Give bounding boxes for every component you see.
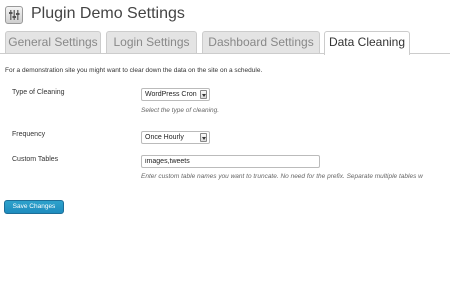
frequency-select[interactable]: Once Hourly bbox=[141, 131, 210, 144]
settings-sliders-icon bbox=[5, 6, 23, 24]
intro-text: For a demonstration site you might want … bbox=[5, 67, 263, 74]
tab-general-settings[interactable]: General Settings bbox=[5, 31, 101, 53]
tab-dashboard-settings[interactable]: Dashboard Settings bbox=[202, 31, 320, 53]
frequency-value: Once Hourly bbox=[145, 134, 184, 141]
tab-data-cleaning[interactable]: Data Cleaning bbox=[324, 31, 410, 55]
tab-login-settings[interactable]: Login Settings bbox=[106, 31, 197, 53]
frequency-label: Frequency bbox=[12, 131, 46, 138]
save-changes-button[interactable]: Save Changes bbox=[4, 200, 64, 214]
custom-tables-label: Custom Tables bbox=[12, 156, 59, 163]
type-of-cleaning-label: Type of Cleaning bbox=[12, 89, 65, 96]
custom-tables-description: Enter custom table names you want to tru… bbox=[141, 173, 423, 180]
custom-tables-input[interactable] bbox=[141, 155, 320, 168]
dropdown-arrow-icon bbox=[200, 90, 207, 99]
page-title: Plugin Demo Settings bbox=[31, 5, 185, 22]
type-of-cleaning-value: WordPress Cron bbox=[145, 91, 197, 98]
type-of-cleaning-description: Select the type of cleaning. bbox=[141, 107, 220, 114]
type-of-cleaning-select[interactable]: WordPress Cron bbox=[141, 88, 210, 101]
dropdown-arrow-icon bbox=[200, 133, 207, 142]
